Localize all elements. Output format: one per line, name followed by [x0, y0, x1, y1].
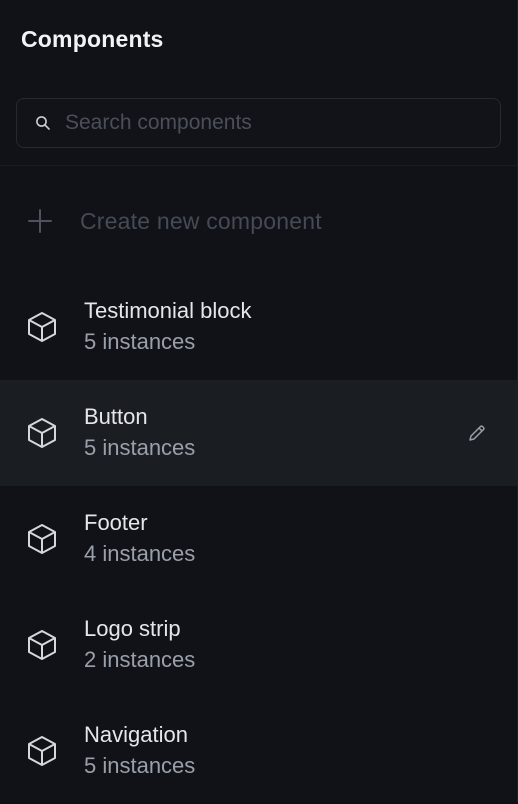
search-input[interactable] — [65, 111, 482, 135]
component-item-text: Logo strip 2 instances — [84, 614, 195, 676]
components-panel: Components Create new component — [0, 0, 518, 802]
component-instance-count: 4 instances — [84, 541, 196, 566]
component-name: Footer — [84, 510, 148, 535]
create-component-label: Create new component — [80, 207, 322, 234]
cube-icon — [22, 519, 62, 559]
component-item-logo-strip[interactable]: Logo strip 2 instances — [0, 592, 517, 698]
cube-icon — [22, 413, 62, 453]
create-component-button[interactable]: Create new component — [0, 166, 517, 276]
component-name: Logo strip — [84, 616, 181, 641]
cube-icon — [22, 307, 62, 347]
component-item-button[interactable]: Button 5 instances — [0, 380, 517, 486]
cube-icon — [22, 625, 62, 665]
component-instance-count: 5 instances — [84, 753, 196, 778]
component-item-text: Button 5 instances — [84, 402, 195, 464]
cube-icon — [22, 731, 62, 771]
component-list: Testimonial block 5 instances Button 5 i… — [0, 274, 517, 804]
panel-title: Components — [21, 25, 164, 52]
search-box[interactable] — [16, 98, 501, 148]
plus-icon — [24, 205, 56, 237]
search-section — [0, 80, 517, 166]
component-instance-count: 5 instances — [84, 435, 196, 460]
component-item-text: Footer 4 instances — [84, 508, 195, 570]
panel-header: Components — [0, 0, 517, 80]
component-item-text: Navigation 5 instances — [84, 720, 195, 782]
component-instance-count: 5 instances — [84, 329, 196, 354]
component-name: Testimonial block — [84, 298, 252, 323]
component-name: Navigation — [84, 722, 188, 747]
component-item-testimonial-block[interactable]: Testimonial block 5 instances — [0, 274, 517, 380]
component-instance-count: 2 instances — [84, 647, 196, 672]
component-name: Button — [84, 404, 148, 429]
component-item-navigation[interactable]: Navigation 5 instances — [0, 698, 517, 804]
search-icon — [35, 115, 51, 131]
component-item-text: Testimonial block 5 instances — [84, 296, 252, 358]
pencil-icon[interactable] — [465, 421, 489, 445]
component-item-footer[interactable]: Footer 4 instances — [0, 486, 517, 592]
